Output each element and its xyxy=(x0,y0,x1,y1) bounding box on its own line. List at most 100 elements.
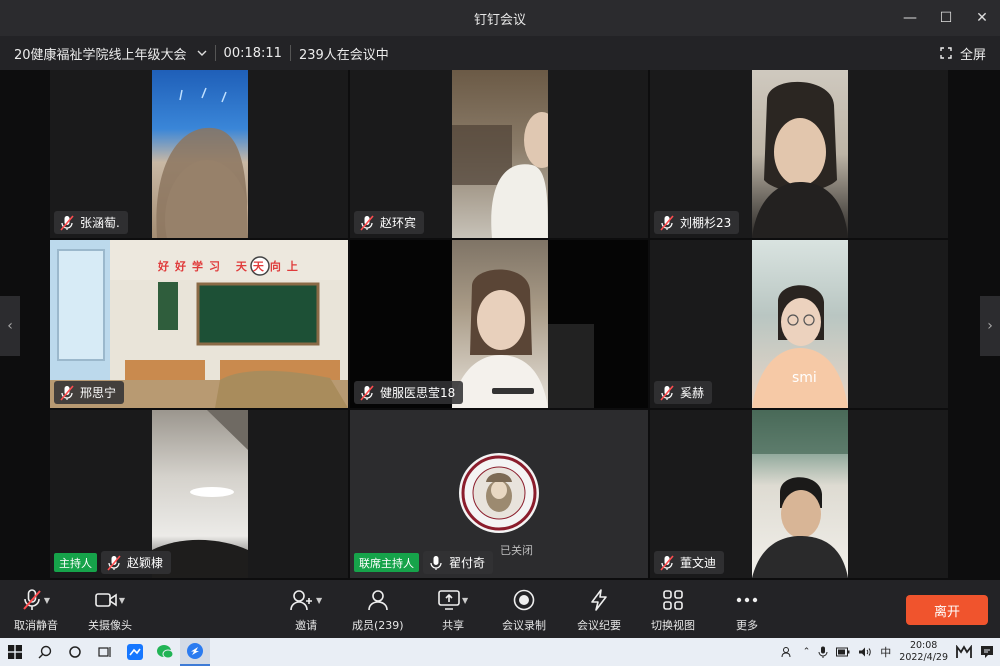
participant-name: 邢思宁 xyxy=(80,386,117,400)
participant-tile[interactable]: 主持人 赵颖棣 xyxy=(50,410,348,578)
name-bar: 健服医思莹18 xyxy=(354,381,464,404)
name-pill: 刘棚杉23 xyxy=(654,211,740,234)
dingtalk-icon xyxy=(187,643,203,659)
leave-button[interactable]: 离开 xyxy=(906,595,988,625)
window-controls: — ☐ ✕ xyxy=(892,0,1000,36)
participant-tile[interactable]: 健服医思莹18 xyxy=(350,240,648,408)
video-gap xyxy=(548,324,594,408)
fullscreen-icon xyxy=(940,47,952,59)
unmute-button[interactable]: ▼ 取消静音 xyxy=(14,588,58,633)
participant-video xyxy=(752,70,848,238)
clock-time: 20:08 xyxy=(909,640,938,651)
wechat-icon xyxy=(157,645,174,659)
video-stage: ‹ › 张涵萄. 赵环宾 刘棚杉23 好好学习 天天向上 邢思宁 健服医思莹18… xyxy=(0,70,1000,580)
add-user-icon xyxy=(290,590,312,611)
clock[interactable]: 20:08 2022/4/29 xyxy=(899,640,948,664)
name-pill: 赵颖棣 xyxy=(101,551,172,574)
ime-indicator[interactable]: 中 xyxy=(880,644,891,660)
switch-view-label: 切换视图 xyxy=(651,619,695,632)
cohost-badge: 联席主持人 xyxy=(354,553,419,572)
taskbar-app[interactable] xyxy=(150,638,180,666)
prev-page-button[interactable]: ‹ xyxy=(0,296,20,356)
meeting-toolbar: ▼ 取消静音 ▼ 关摄像头 ▼ 邀请 成员(239) ▼ 共享 会议录制 会议纪… xyxy=(0,580,1000,638)
speaker-icon[interactable] xyxy=(858,647,872,657)
record-button[interactable]: 会议录制 xyxy=(502,588,546,633)
name-bar: 奚赫 xyxy=(654,381,713,404)
participant-tile[interactable]: 张涵萄. xyxy=(50,70,348,238)
chevron-right-icon: › xyxy=(987,318,993,334)
taskbar-app[interactable] xyxy=(120,638,150,666)
battery-icon[interactable] xyxy=(836,647,850,657)
record-label: 会议录制 xyxy=(502,619,546,632)
app-tray-icon[interactable] xyxy=(956,645,972,659)
unmute-label: 取消静音 xyxy=(14,619,58,632)
name-pill: 邢思宁 xyxy=(54,381,125,404)
taskbar-app-active[interactable] xyxy=(180,638,210,666)
name-bar: 张涵萄. xyxy=(54,211,128,234)
close-icon[interactable]: ✕ xyxy=(964,0,1000,36)
caret-down-icon[interactable]: ▼ xyxy=(462,596,468,605)
participant-name: 赵颖棣 xyxy=(127,556,164,570)
meeting-info-bar: 20健康福祉学院线上年级大会 00:18:11 239人在会议中 全屏 xyxy=(0,36,1000,70)
caret-down-icon[interactable]: ▼ xyxy=(119,596,125,605)
host-badge: 主持人 xyxy=(54,553,97,572)
more-button[interactable]: 更多 xyxy=(736,588,758,633)
mic-muted-icon xyxy=(660,554,674,571)
fullscreen-button[interactable]: 全屏 xyxy=(940,36,986,70)
invite-label: 邀请 xyxy=(295,619,318,632)
minutes-button[interactable]: 会议纪要 xyxy=(577,588,621,633)
caret-down-icon[interactable]: ▼ xyxy=(44,596,50,605)
participant-name: 董文迪 xyxy=(680,556,717,570)
participant-tile[interactable]: 已关闭 联席主持人 翟付奇 xyxy=(350,410,648,578)
invite-button[interactable]: ▼ 邀请 xyxy=(290,588,322,633)
minimize-icon[interactable]: — xyxy=(892,0,928,36)
video-frame xyxy=(452,112,548,238)
next-page-button[interactable]: › xyxy=(980,296,1000,356)
share-button[interactable]: ▼ 共享 xyxy=(438,588,468,633)
camera-off-label: 关摄像头 xyxy=(88,619,132,632)
chevron-up-icon[interactable]: ⌃ xyxy=(803,647,811,657)
members-button[interactable]: 成员(239) xyxy=(352,588,404,633)
caret-down-icon[interactable]: ▼ xyxy=(316,596,322,605)
notification-icon[interactable] xyxy=(980,645,994,659)
task-view-button[interactable] xyxy=(90,638,120,666)
chevron-left-icon: ‹ xyxy=(7,318,13,334)
participant-tile[interactable]: 好好学习 天天向上 邢思宁 xyxy=(50,240,348,408)
divider xyxy=(214,45,216,61)
taskbar: ⌃ 中 20:08 2022/4/29 xyxy=(0,638,1000,666)
video-frame xyxy=(752,410,848,578)
participant-tile[interactable]: 刘棚杉23 xyxy=(650,70,948,238)
mic-icon xyxy=(430,555,442,570)
cortana-button[interactable] xyxy=(60,638,90,666)
participant-video xyxy=(452,240,548,408)
participant-tile[interactable]: 董文迪 xyxy=(650,410,948,578)
camera-icon xyxy=(95,593,117,607)
start-button[interactable] xyxy=(0,638,30,666)
app-icon xyxy=(127,644,143,660)
maximize-icon[interactable]: ☐ xyxy=(928,0,964,36)
participant-name: 健服医思莹18 xyxy=(380,386,456,400)
window-title: 钉钉会议 xyxy=(473,12,526,28)
meeting-name[interactable]: 20健康福祉学院线上年级大会 xyxy=(14,44,187,63)
people-icon[interactable] xyxy=(781,646,795,658)
camera-off-button[interactable]: ▼ 关摄像头 xyxy=(88,588,132,633)
mic-muted-icon xyxy=(107,554,121,571)
name-bar: 邢思宁 xyxy=(54,381,125,404)
cortana-icon xyxy=(69,646,81,658)
system-tray: ⌃ 中 20:08 2022/4/29 xyxy=(781,638,994,666)
mic-muted-icon xyxy=(360,384,374,401)
members-label: 成员(239) xyxy=(352,619,404,632)
participant-name: 张涵萄. xyxy=(80,216,120,230)
participant-tile[interactable]: 赵环宾 xyxy=(350,70,648,238)
participant-video: smi xyxy=(752,240,848,408)
chevron-down-icon[interactable] xyxy=(197,48,207,58)
mic-icon[interactable] xyxy=(818,646,828,658)
meeting-window: 钉钉会议 — ☐ ✕ 20健康福祉学院线上年级大会 00:18:11 239人在… xyxy=(0,0,1000,666)
camera-off-status: 已关闭 xyxy=(500,544,533,557)
switch-view-button[interactable]: 切换视图 xyxy=(651,588,695,633)
participant-tile[interactable]: smi 奚赫 xyxy=(650,240,948,408)
participant-video xyxy=(452,70,548,238)
name-bar: 董文迪 xyxy=(654,551,725,574)
search-button[interactable] xyxy=(30,638,60,666)
video-frame xyxy=(752,81,848,238)
